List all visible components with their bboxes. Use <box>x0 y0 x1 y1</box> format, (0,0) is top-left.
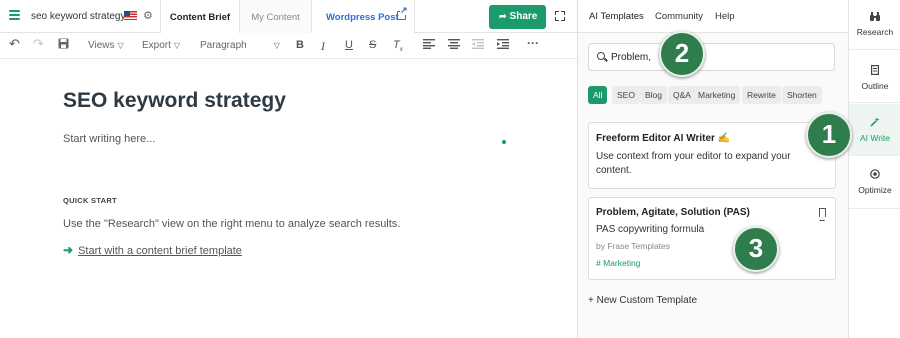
search-value: Problem, <box>611 52 652 63</box>
bold-icon[interactable]: B <box>296 39 304 51</box>
binoculars-icon <box>849 12 900 24</box>
tab-content-brief[interactable]: Content Brief <box>160 0 240 33</box>
template-card-pas[interactable]: Problem, Agitate, Solution (PAS) PAS cop… <box>588 197 836 280</box>
export-label: Export <box>142 40 171 51</box>
document-title[interactable]: seo keyword strategy <box>31 11 126 22</box>
quick-start-text: Use the "Research" view on the right men… <box>63 218 401 230</box>
ai-templates-panel: AI Templates Community Help Problem, All… <box>578 0 848 338</box>
top-bar: seo keyword strategy ⚙ Content Brief My … <box>0 0 577 33</box>
share-button-label: Share <box>509 11 538 22</box>
annotation-badge-2: 2 <box>659 31 705 77</box>
sidenav-item-outline[interactable]: Outline <box>849 51 900 103</box>
sidenav-label: Outline <box>861 81 889 91</box>
chevron-down-icon: ▽ <box>173 41 181 50</box>
document-icon <box>849 65 900 78</box>
annotation-badge-1: 1 <box>806 112 852 158</box>
hamburger-menu-icon[interactable] <box>9 10 20 20</box>
us-flag-icon[interactable] <box>124 11 137 20</box>
filter-shorten[interactable]: Shorten <box>782 86 822 104</box>
sidenav-item-ai-write[interactable]: AI Write <box>849 104 900 156</box>
filter-marketing[interactable]: Marketing <box>693 86 741 104</box>
template-card-author: by Frase Templates <box>596 241 671 251</box>
search-icon <box>597 52 605 60</box>
sidenav-label: Research <box>856 27 894 37</box>
magic-wand-icon <box>849 117 900 130</box>
filter-qa[interactable]: Q&A <box>668 86 696 104</box>
editor-toolbar: ↶ ↷ Views ▽ Export ▽ Paragraph ▽ B I U S Tx… <box>0 33 577 59</box>
template-card-tag[interactable]: # Marketing <box>596 258 640 268</box>
template-card-title: Freeform Editor AI Writer ✍️ <box>596 133 731 144</box>
cursor-indicator <box>502 140 506 144</box>
underline-icon[interactable]: U <box>345 39 353 51</box>
content-brief-template-link-label: Start with a content brief template <box>78 245 242 257</box>
filter-seo[interactable]: SEO <box>612 86 640 104</box>
align-left-icon[interactable] <box>423 39 435 52</box>
tab-my-content[interactable]: My Content <box>240 0 312 33</box>
quick-start-heading: QUICK START <box>63 196 117 205</box>
tab-ai-templates[interactable]: AI Templates <box>589 11 644 22</box>
panel-tabs: AI Templates Community Help <box>578 0 848 33</box>
paragraph-dropdown[interactable]: Paragraph ▽ <box>200 40 280 51</box>
template-card-title: Problem, Agitate, Solution (PAS) <box>596 207 750 218</box>
template-card-freeform[interactable]: Freeform Editor AI Writer ✍️ Use context… <box>588 122 836 189</box>
share-arrow-icon: ➦ <box>499 11 507 21</box>
share-button[interactable]: ➦ Share <box>489 5 546 29</box>
target-icon <box>849 169 900 182</box>
tab-wordpress-post[interactable]: Wordpress Post <box>312 0 415 33</box>
arrow-right-icon: ➜ <box>63 243 74 257</box>
filter-blog[interactable]: Blog <box>640 86 668 104</box>
sidenav-item-optimize[interactable]: Optimize <box>849 157 900 209</box>
indent-icon[interactable] <box>497 39 509 52</box>
tab-community[interactable]: Community <box>655 11 703 22</box>
new-custom-template-button[interactable]: + New Custom Template <box>588 295 697 306</box>
outdent-icon[interactable] <box>472 39 484 52</box>
align-center-icon[interactable] <box>448 39 460 52</box>
template-search-input[interactable]: Problem, <box>588 43 835 71</box>
content-brief-template-link[interactable]: ➜ Start with a content brief template <box>63 243 242 257</box>
chevron-down-icon: ▽ <box>117 41 124 50</box>
chevron-down-icon: ▽ <box>273 41 280 50</box>
tab-wordpress-post-label: Wordpress Post <box>326 12 399 23</box>
document-heading[interactable]: SEO keyword strategy <box>63 89 286 113</box>
side-nav: Research Outline AI Write Optimize <box>848 0 900 338</box>
views-label: Views <box>88 40 115 51</box>
annotation-badge-3: 3 <box>733 226 779 272</box>
fullscreen-icon[interactable] <box>555 11 565 21</box>
template-card-description: Use context from your editor to expand y… <box>596 151 791 176</box>
views-dropdown[interactable]: Views ▽ <box>88 40 124 51</box>
tab-help[interactable]: Help <box>715 11 735 22</box>
external-link-icon <box>397 6 408 20</box>
italic-icon[interactable]: I <box>321 39 325 54</box>
template-card-description: PAS copywriting formula <box>596 224 705 235</box>
more-options-icon[interactable]: ··· <box>527 36 539 50</box>
strikethrough-icon[interactable]: S <box>369 39 376 51</box>
filter-rewrite[interactable]: Rewrite <box>742 86 781 104</box>
clear-format-icon[interactable]: Tx <box>393 39 403 53</box>
export-dropdown[interactable]: Export ▽ <box>142 40 180 51</box>
sidenav-label: Optimize <box>858 185 892 195</box>
editor-area[interactable]: SEO keyword strategy Start writing here.… <box>0 60 577 338</box>
redo-icon[interactable]: ↷ <box>33 36 44 52</box>
sidenav-label: AI Write <box>859 133 891 143</box>
paragraph-label: Paragraph <box>200 40 247 51</box>
gear-icon[interactable]: ⚙ <box>143 9 153 22</box>
save-icon[interactable] <box>58 38 69 52</box>
filter-all[interactable]: All <box>588 86 608 104</box>
sidenav-item-research[interactable]: Research <box>849 0 900 50</box>
bookmark-icon[interactable] <box>819 208 826 221</box>
undo-icon[interactable]: ↶ <box>9 36 20 52</box>
editor-placeholder[interactable]: Start writing here... <box>63 133 155 145</box>
